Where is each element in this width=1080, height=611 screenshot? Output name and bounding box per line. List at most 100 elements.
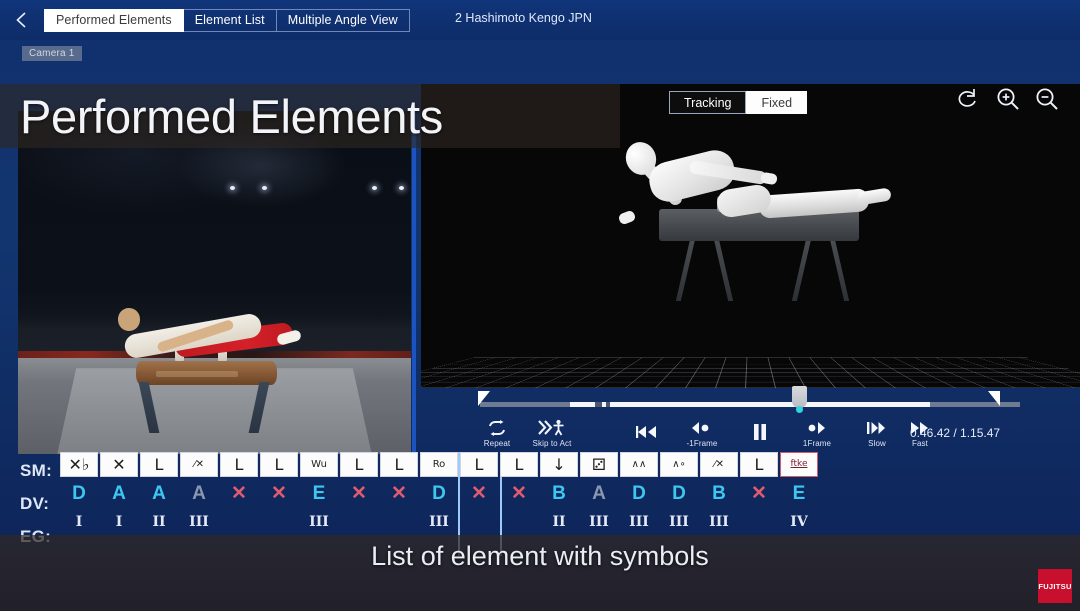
element-group-cell: III <box>629 514 649 530</box>
difficulty-value-cell: ✕ <box>391 483 407 504</box>
element-group-cell <box>500 510 538 540</box>
element-column[interactable]: ↓ B II <box>540 452 578 540</box>
app-root: Performed Elements Element List Multiple… <box>0 0 1080 611</box>
element-column[interactable]: L ✕ <box>260 452 298 540</box>
sm-row-label: SM: <box>20 461 53 480</box>
element-symbol: ✕ <box>112 454 126 474</box>
element-column[interactable]: ∧∧ D III <box>620 452 658 540</box>
element-symbol-cell[interactable]: ✕♭ <box>60 452 98 477</box>
playhead-handle[interactable] <box>792 386 807 408</box>
element-column[interactable]: ftke E IV <box>780 452 818 540</box>
element-symbol-cell[interactable]: L <box>340 452 378 477</box>
element-symbol-cell[interactable]: ftke <box>780 452 818 477</box>
tab-performed-elements[interactable]: Performed Elements <box>44 8 184 32</box>
element-column[interactable]: ✕♭ D I <box>60 452 98 540</box>
element-column[interactable]: ✕ A I <box>100 452 138 540</box>
fujitsu-logo: FUJITSU <box>1038 569 1072 603</box>
repeat-label: Repeat <box>483 438 511 448</box>
prev-frame-button[interactable]: -1Frame <box>675 414 729 452</box>
timeline-gap <box>595 402 602 407</box>
zoom-in-button[interactable] <box>989 82 1027 120</box>
timecode-display: 0.46.42 / 1.15.47 <box>910 426 1001 440</box>
element-column[interactable]: L ✕ <box>740 452 778 540</box>
difficulty-value-cell: ✕ <box>471 483 487 504</box>
view-tabs: Performed Elements Element List Multiple… <box>44 8 410 32</box>
difficulty-value-cell: A <box>152 483 166 504</box>
element-column[interactable]: L A II <box>140 452 178 540</box>
rewind-button[interactable] <box>620 414 674 452</box>
reset-rotation-button[interactable] <box>950 82 988 120</box>
element-column[interactable]: ⁄✕ B III <box>700 452 738 540</box>
pause-button[interactable] <box>733 414 787 452</box>
skip-to-act-button[interactable]: Skip to Act <box>525 414 579 452</box>
trim-end-marker[interactable] <box>988 391 1000 406</box>
difficulty-value-cell: ✕ <box>271 483 287 504</box>
element-group-cell: III <box>669 514 689 530</box>
element-group-cell <box>380 510 418 540</box>
element-group-cell: II <box>152 514 166 530</box>
element-group-cell <box>220 510 258 540</box>
element-group-cell: II <box>552 514 566 530</box>
element-symbol-cell[interactable]: ⚂ <box>580 452 618 477</box>
element-symbol-cell[interactable]: Wu <box>300 452 338 477</box>
element-symbol-cell[interactable]: L <box>380 452 418 477</box>
model-horse-leg <box>791 239 812 301</box>
tab-element-list[interactable]: Element List <box>183 8 277 32</box>
prev-frame-label: -1Frame <box>686 438 718 448</box>
element-symbol-cell[interactable]: L <box>500 452 538 477</box>
element-column[interactable]: L ✕ <box>380 452 418 540</box>
difficulty-value-cell: ✕ <box>351 483 367 504</box>
timeline-track[interactable] <box>480 402 1020 407</box>
element-column[interactable]: L ✕ <box>340 452 378 540</box>
element-symbol: ∧∧ <box>631 458 647 470</box>
rewind-icon <box>635 423 659 441</box>
model-horse-leg <box>675 239 696 301</box>
element-symbol: Ro <box>432 458 446 470</box>
element-symbol-cell[interactable]: ⁄✕ <box>700 452 738 477</box>
element-column[interactable]: Wu E III <box>300 452 338 540</box>
difficulty-value-cell: ✕ <box>751 483 767 504</box>
reset-rotation-icon <box>956 87 982 116</box>
repeat-button[interactable]: Repeat <box>470 414 524 452</box>
tracking-mode-button[interactable]: Tracking <box>669 91 747 114</box>
bottom-caption-overlay: List of element with symbols <box>0 535 1080 611</box>
element-symbol-cell[interactable]: L <box>740 452 778 477</box>
element-column[interactable]: L ✕ <box>458 452 502 556</box>
element-symbol-cell[interactable]: L <box>140 452 178 477</box>
element-column[interactable]: ⁄✕ A III <box>180 452 218 540</box>
element-column[interactable]: ∧∘ D III <box>660 452 698 540</box>
element-group-cell <box>740 510 778 540</box>
difficulty-value-cell: D <box>72 483 86 504</box>
element-column[interactable]: ⚂ A III <box>580 452 618 540</box>
zoom-out-button[interactable] <box>1028 82 1066 120</box>
element-symbol-cell[interactable]: ⁄✕ <box>180 452 218 477</box>
trim-start-marker[interactable] <box>478 391 490 406</box>
pane-divider <box>412 106 416 461</box>
element-group-cell: III <box>309 514 329 530</box>
fixed-mode-button[interactable]: Fixed <box>746 91 808 114</box>
element-symbol: L <box>474 454 484 474</box>
element-symbol-cell[interactable]: ∧∘ <box>660 452 698 477</box>
element-symbol-cell[interactable]: L <box>260 452 298 477</box>
element-group-cell: III <box>589 514 609 530</box>
arena-lights <box>18 186 411 192</box>
athlete-name: 2 Hashimoto Kengo JPN <box>455 11 592 25</box>
element-column[interactable]: L ✕ <box>500 452 538 540</box>
element-symbol-cell[interactable]: ✕ <box>100 452 138 477</box>
back-button[interactable] <box>0 0 44 40</box>
camera-label-badge: Camera 1 <box>22 46 82 61</box>
camera-video-pane[interactable] <box>18 111 411 454</box>
element-symbol-cell[interactable]: Ro <box>420 452 458 477</box>
tab-multiple-angle-view[interactable]: Multiple Angle View <box>276 8 410 32</box>
element-column[interactable]: Ro D III <box>420 452 458 540</box>
timeline-scrubber[interactable] <box>470 386 1030 413</box>
element-symbol-cell[interactable]: L <box>220 452 258 477</box>
element-symbol-cell[interactable]: ↓ <box>540 452 578 477</box>
element-column[interactable]: L ✕ <box>220 452 258 540</box>
element-symbol-cell[interactable]: L <box>460 452 498 477</box>
element-symbol: L <box>154 454 164 474</box>
next-frame-button[interactable]: 1Frame <box>790 414 844 452</box>
element-group-cell <box>460 510 498 540</box>
pommel-horse-video <box>135 361 278 386</box>
element-symbol-cell[interactable]: ∧∧ <box>620 452 658 477</box>
